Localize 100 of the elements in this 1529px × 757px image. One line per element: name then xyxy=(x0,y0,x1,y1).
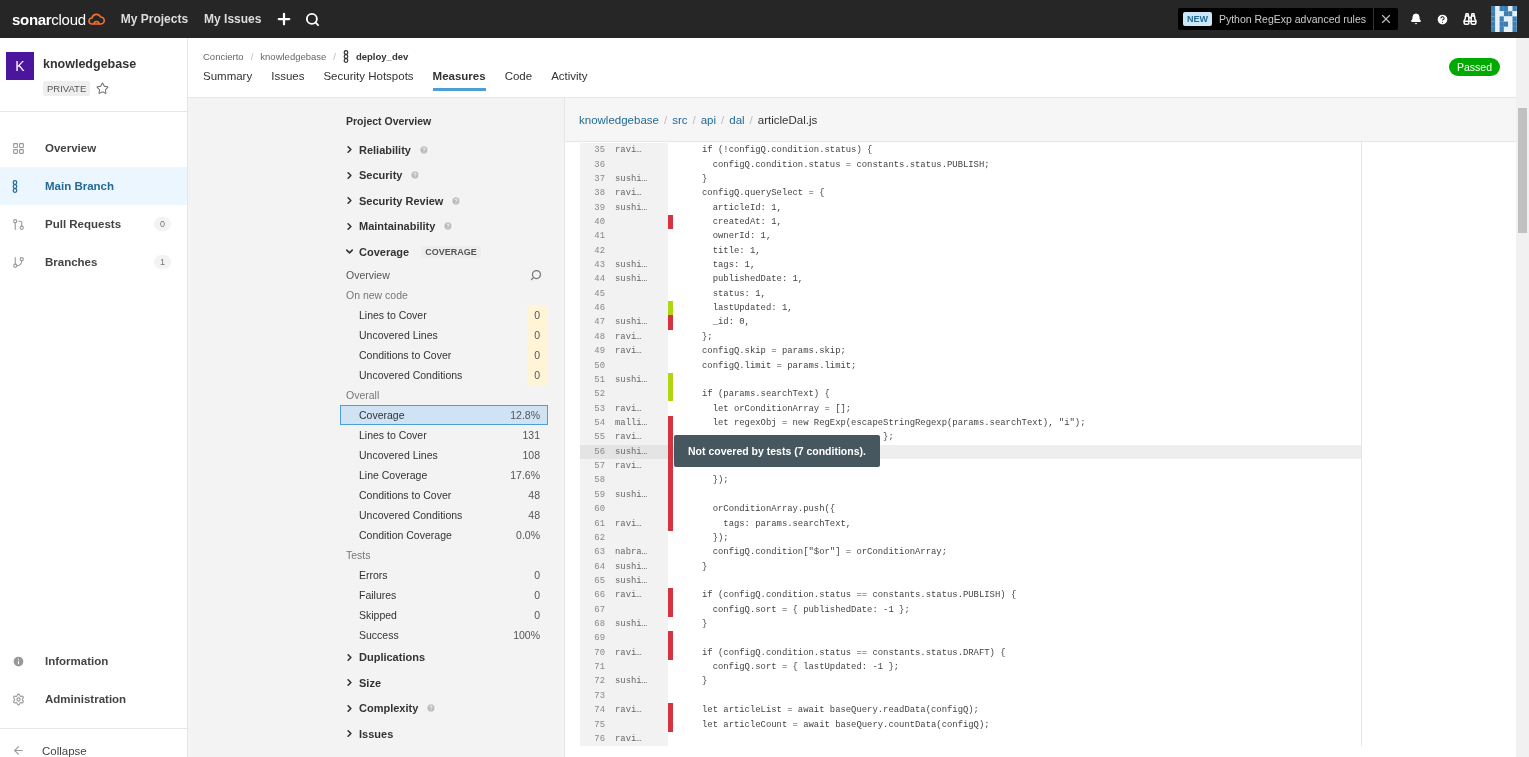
coverage-marker[interactable] xyxy=(668,717,673,732)
author-name[interactable]: ravi… xyxy=(615,188,642,199)
measure-item[interactable]: Coverage 12.8% xyxy=(340,404,548,425)
author-name[interactable]: ravi… xyxy=(615,432,642,443)
coverage-marker[interactable] xyxy=(668,300,673,316)
measure-item[interactable]: Uncovered Lines 0 xyxy=(340,324,548,345)
nav-item[interactable]: Information xyxy=(0,642,187,680)
author-name[interactable]: sushi… xyxy=(615,274,647,285)
measure-item[interactable]: Success 100% xyxy=(340,624,548,645)
author-name[interactable]: ravi… xyxy=(615,733,642,744)
author-name[interactable]: ravi… xyxy=(615,518,642,529)
announcement-text[interactable]: Python RegExp advanced rules xyxy=(1218,13,1366,25)
avatar-icon[interactable] xyxy=(1491,6,1517,32)
domain-toggle[interactable]: Complexity xyxy=(340,695,548,721)
coverage-marker[interactable] xyxy=(668,645,673,660)
scrollbar[interactable] xyxy=(1516,38,1529,757)
search-icon[interactable] xyxy=(305,11,321,27)
tab[interactable]: Summary xyxy=(203,66,253,91)
author-name[interactable]: sushi… xyxy=(615,489,647,500)
line-number: 61 xyxy=(593,518,605,529)
path-link[interactable]: knowledgebase xyxy=(579,113,659,126)
domain-toggle[interactable]: Maintainability xyxy=(340,213,548,239)
author-name[interactable]: sushi… xyxy=(615,561,647,572)
collapse-link[interactable]: Collapse xyxy=(0,728,187,757)
author-name[interactable]: ravi… xyxy=(615,461,642,472)
coverage-marker[interactable] xyxy=(668,588,673,603)
author-name[interactable]: nabra… xyxy=(615,547,647,558)
bell-icon[interactable] xyxy=(1410,13,1422,25)
domain-toggle[interactable]: Duplications xyxy=(340,644,548,670)
path-link[interactable]: api xyxy=(700,113,717,126)
measure-item[interactable]: Uncovered Conditions 0 xyxy=(340,364,548,385)
author-name[interactable]: sushi… xyxy=(615,676,647,687)
coverage-marker[interactable] xyxy=(668,387,673,402)
author-name[interactable]: sushi… xyxy=(615,575,647,586)
group-heading: Tests xyxy=(345,547,372,563)
author-name[interactable]: sushi… xyxy=(615,260,647,271)
coverage-marker[interactable] xyxy=(668,631,673,646)
nav-link[interactable]: My Issues xyxy=(204,12,262,26)
coverage-marker[interactable] xyxy=(668,602,673,617)
measure-item[interactable]: Conditions to Cover 48 xyxy=(340,484,548,505)
measure-item[interactable]: Line Coverage 17.6% xyxy=(340,464,548,485)
logo[interactable]: sonarcloud xyxy=(12,10,86,28)
author-name[interactable]: sushi… xyxy=(615,202,647,213)
measure-item[interactable]: Skipped 0 xyxy=(340,604,548,625)
coverage-marker[interactable] xyxy=(668,315,673,330)
measure-item[interactable]: Uncovered Conditions 48 xyxy=(340,504,548,525)
tab[interactable]: Security Hotspots xyxy=(323,66,414,91)
domain-toggle[interactable]: Size xyxy=(340,670,548,696)
tab[interactable]: Code xyxy=(504,66,533,91)
author-name[interactable]: ravi… xyxy=(615,403,642,414)
author-name[interactable]: sushi… xyxy=(615,619,647,630)
coverage-marker[interactable] xyxy=(668,214,673,230)
help-icon[interactable] xyxy=(1436,12,1449,26)
author-name[interactable]: ravi… xyxy=(615,647,642,658)
author-name[interactable]: ravi… xyxy=(615,346,642,357)
close-icon[interactable] xyxy=(1379,12,1393,26)
nav-item[interactable]: Branches 1 xyxy=(0,243,187,281)
tab[interactable]: Activity xyxy=(551,66,588,91)
author-name[interactable]: sushi… xyxy=(615,317,647,328)
path-link[interactable]: src xyxy=(672,113,688,126)
measure-item[interactable]: Lines to Cover 0 xyxy=(340,304,548,325)
domain-toggle[interactable]: Security Review xyxy=(340,188,548,214)
nav-item[interactable]: Administration xyxy=(0,680,187,718)
star-icon[interactable] xyxy=(96,82,110,95)
overview-link[interactable]: Overview xyxy=(340,264,548,285)
measure-item[interactable]: Conditions to Cover 0 xyxy=(340,344,548,365)
nav-link[interactable]: My Projects xyxy=(120,12,189,26)
measure-item[interactable]: Failures 0 xyxy=(340,584,548,605)
path-link[interactable]: dal xyxy=(729,113,745,126)
nav-item[interactable]: Main Branch xyxy=(0,167,187,205)
breadcrumb-link[interactable]: Concierto xyxy=(203,50,244,62)
domain-toggle[interactable]: Issues xyxy=(340,721,548,747)
measure-item[interactable]: Uncovered Lines 108 xyxy=(340,444,548,465)
author-name[interactable]: ravi… xyxy=(615,331,642,342)
nav-item[interactable]: Pull Requests 0 xyxy=(0,205,187,243)
coverage-marker[interactable] xyxy=(668,372,673,388)
nav-item[interactable]: Overview xyxy=(0,129,187,167)
author-name[interactable]: ravi… xyxy=(615,705,642,716)
tab[interactable]: Measures xyxy=(432,66,486,91)
line-number: 42 xyxy=(593,245,605,256)
breadcrumb-link[interactable]: knowledgebase xyxy=(260,50,327,62)
measure-item[interactable]: Lines to Cover 131 xyxy=(340,424,548,445)
binoculars-icon[interactable] xyxy=(1463,12,1477,26)
measure-item[interactable]: Errors 0 xyxy=(340,564,548,585)
coverage-marker[interactable] xyxy=(668,516,673,531)
domain-toggle[interactable]: Security xyxy=(340,162,548,188)
author-name[interactable]: sushi… xyxy=(615,173,647,184)
author-name[interactable]: sushi… xyxy=(615,374,647,385)
author-name[interactable]: malli… xyxy=(615,418,647,428)
domain-toggle[interactable]: Coverage COVERAGE xyxy=(340,239,548,265)
tab[interactable]: Issues xyxy=(271,66,305,91)
author-name[interactable]: ravi… xyxy=(615,145,642,156)
coverage-marker[interactable] xyxy=(668,703,673,718)
project-name[interactable]: knowledgebase xyxy=(43,57,137,71)
measure-item[interactable]: Condition Coverage 0.0% xyxy=(340,524,548,545)
author-name[interactable]: ravi… xyxy=(615,590,642,601)
arrow-left-icon xyxy=(12,744,25,757)
coverage-marker[interactable] xyxy=(668,415,673,431)
author-name[interactable]: sushi… xyxy=(615,446,647,457)
domain-toggle[interactable]: Reliability xyxy=(340,137,548,163)
